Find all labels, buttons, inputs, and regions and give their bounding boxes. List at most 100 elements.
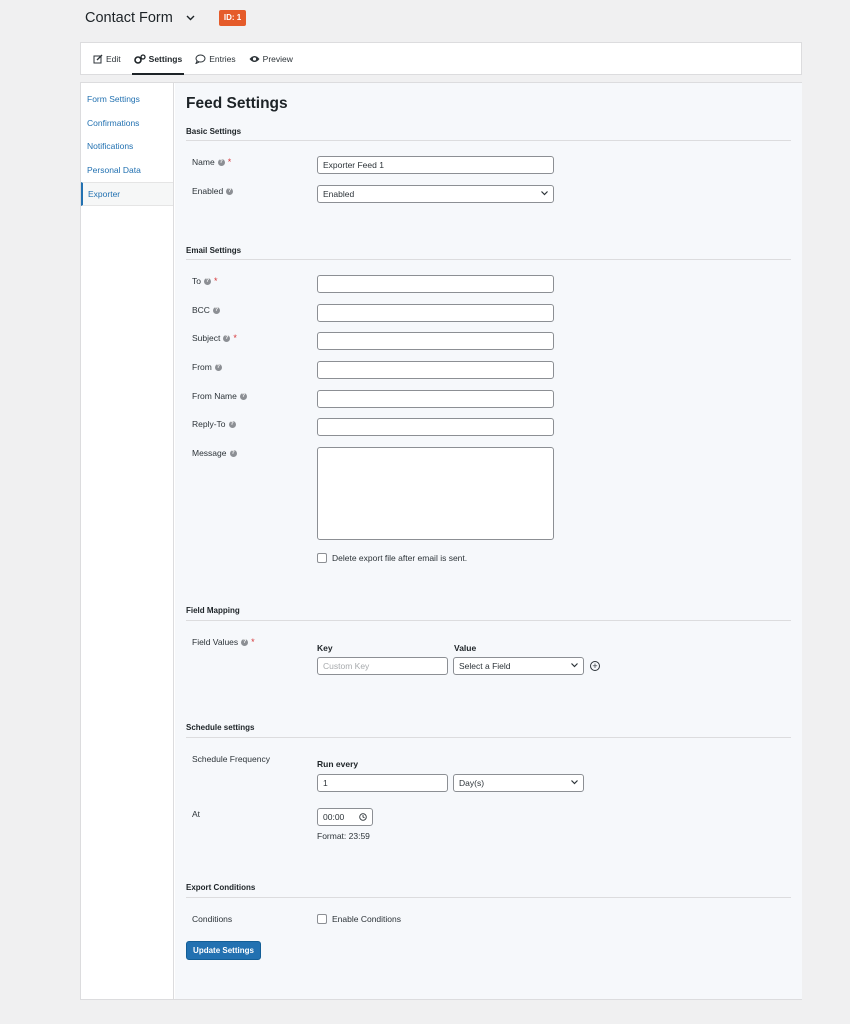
subject-input[interactable] <box>317 332 554 350</box>
reply-to-input[interactable] <box>317 418 554 436</box>
help-icon[interactable]: ? <box>203 277 211 285</box>
settings-sidebar: Form Settings Confirmations Notification… <box>81 83 174 999</box>
sidebar-item-notifications[interactable]: Notifications <box>81 135 173 159</box>
from-name-label: From Name ? <box>192 391 247 401</box>
key-column-header: Key <box>317 643 333 653</box>
chevron-down-icon <box>571 662 578 670</box>
tab-edit[interactable]: Edit <box>91 43 123 74</box>
export-conditions-heading: Export Conditions <box>186 883 256 892</box>
delete-export-checkbox-row: Delete export file after email is sent. <box>317 553 467 563</box>
message-textarea[interactable] <box>317 447 554 540</box>
from-label-text: From <box>192 362 212 372</box>
bcc-label: BCC ? <box>192 305 220 315</box>
run-every-unit-value: Day(s) <box>459 778 485 788</box>
enable-conditions-row: Enable Conditions <box>317 914 401 924</box>
field-values-label: Field Values ? * <box>192 637 255 647</box>
required-asterisk: * <box>251 637 255 647</box>
reply-to-label: Reply-To ? <box>192 419 236 429</box>
sidebar-item-exporter[interactable]: Exporter <box>81 182 173 206</box>
enabled-select[interactable]: Enabled <box>317 185 554 203</box>
required-asterisk: * <box>227 157 232 167</box>
tab-edit-label: Edit <box>106 53 121 64</box>
help-icon[interactable]: ? <box>223 334 231 342</box>
clock-icon[interactable] <box>359 813 367 821</box>
tab-settings[interactable]: Settings <box>131 43 185 75</box>
chevron-down-icon <box>541 190 548 198</box>
name-label-text: Name <box>192 157 215 167</box>
edit-icon <box>93 54 103 63</box>
bcc-input[interactable] <box>317 304 554 322</box>
time-format-note: Format: 23:59 <box>317 831 370 841</box>
to-label: To ? * <box>192 276 218 286</box>
help-icon[interactable]: ? <box>217 158 225 166</box>
tab-entries[interactable]: Entries <box>193 43 237 74</box>
sidebar-item-confirmations[interactable]: Confirmations <box>81 112 173 135</box>
name-input[interactable]: Exporter Feed 1 <box>317 156 554 174</box>
enable-conditions-checkbox[interactable] <box>317 914 327 924</box>
from-name-label-text: From Name <box>192 391 237 401</box>
from-name-input[interactable] <box>317 390 554 408</box>
schedule-frequency-label: Schedule Frequency <box>192 754 270 764</box>
custom-key-input[interactable]: Custom Key <box>317 657 448 675</box>
sidebar-item-form-settings[interactable]: Form Settings <box>81 88 173 112</box>
conditions-label: Conditions <box>192 914 233 924</box>
gears-icon <box>133 53 146 64</box>
update-settings-button[interactable]: Update Settings <box>186 941 261 960</box>
value-column-header: Value <box>454 643 477 653</box>
help-icon[interactable]: ? <box>212 306 220 314</box>
delete-export-checkbox[interactable] <box>317 553 327 563</box>
time-input[interactable]: 00:00 <box>317 808 373 826</box>
field-values-label-text: Field Values <box>192 637 239 647</box>
from-label: From ? <box>192 362 222 372</box>
enabled-label: Enabled ? <box>192 186 234 196</box>
help-icon[interactable]: ? <box>228 420 236 428</box>
from-input[interactable] <box>317 361 554 379</box>
message-label: Message ? <box>192 448 237 458</box>
tab-preview[interactable]: Preview <box>247 43 295 74</box>
eye-icon <box>249 55 260 62</box>
run-every-label: Run every <box>317 759 359 769</box>
to-input[interactable] <box>317 275 554 293</box>
run-every-input[interactable]: 1 <box>317 774 448 792</box>
enable-conditions-label: Enable Conditions <box>332 914 401 924</box>
form-toolbar-tabs: Edit Settings Entries Preview <box>80 42 802 75</box>
add-mapping-plus-icon[interactable]: + <box>590 661 600 671</box>
divider <box>186 259 791 260</box>
time-input-value: 00:00 <box>323 812 345 822</box>
chevron-down-icon <box>571 779 578 787</box>
required-asterisk: * <box>233 333 237 343</box>
help-icon[interactable]: ? <box>241 638 249 646</box>
basic-settings-heading: Basic Settings <box>186 127 242 136</box>
settings-panel: Form Settings Confirmations Notification… <box>80 82 802 1000</box>
subject-label: Subject ? * <box>192 333 237 343</box>
bcc-label-text: BCC <box>192 305 210 315</box>
name-label: Name ? * <box>192 157 231 167</box>
form-id-badge: ID: 1 <box>218 10 247 26</box>
subject-label-text: Subject <box>192 333 221 343</box>
enabled-select-value: Enabled <box>323 189 355 199</box>
divider <box>186 737 791 738</box>
field-value-select-value: Select a Field <box>459 661 511 671</box>
tab-settings-label: Settings <box>148 53 183 64</box>
tab-entries-label: Entries <box>209 53 236 64</box>
divider <box>186 897 791 898</box>
email-settings-heading: Email Settings <box>186 246 242 255</box>
form-title: Contact Form <box>85 10 173 26</box>
field-value-select[interactable]: Select a Field <box>453 657 584 675</box>
enabled-label-text: Enabled <box>192 186 224 196</box>
tab-preview-label: Preview <box>262 53 293 64</box>
run-every-unit-select[interactable]: Day(s) <box>453 774 584 792</box>
form-header: Contact Form ID: 1 <box>85 10 247 26</box>
help-icon[interactable]: ? <box>214 363 222 371</box>
required-asterisk: * <box>213 276 218 286</box>
chat-bubble-icon <box>195 54 206 64</box>
at-label: At <box>192 809 201 819</box>
to-label-text: To <box>192 276 201 286</box>
divider <box>186 620 791 621</box>
sidebar-item-personal-data[interactable]: Personal Data <box>81 159 173 182</box>
help-icon[interactable]: ? <box>226 187 234 195</box>
chevron-down-icon[interactable] <box>185 12 197 24</box>
help-icon[interactable]: ? <box>239 392 247 400</box>
help-icon[interactable]: ? <box>229 449 237 457</box>
page-title: Feed Settings <box>186 95 288 112</box>
